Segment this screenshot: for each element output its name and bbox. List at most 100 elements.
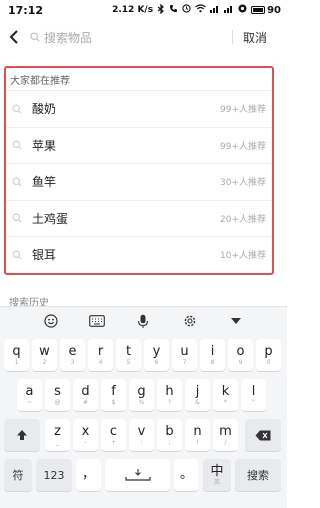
key-u[interactable]: u7 (172, 339, 197, 371)
symbol-key-label: 符 (12, 469, 24, 482)
key-v[interactable]: v: (129, 419, 154, 451)
key-letter: o (236, 343, 245, 359)
key-j[interactable]: j & (185, 379, 210, 411)
key-e[interactable]: e3 (60, 339, 85, 371)
voice-input-button[interactable] (131, 311, 155, 331)
key-letter: e (68, 343, 77, 359)
shift-key[interactable] (4, 419, 40, 451)
key-sub: _ (56, 438, 59, 446)
key-o[interactable]: o9 (228, 339, 253, 371)
key-letter: p (264, 343, 273, 359)
key-sub: 6 (154, 358, 159, 366)
key-letter: n (193, 423, 202, 439)
recommend-title: 大家都在推荐 (10, 76, 70, 87)
recommend-item-count: 30+人推荐 (220, 178, 266, 189)
search-key[interactable]: 搜索 (235, 459, 281, 491)
keyboard-toolbar (0, 307, 287, 335)
key-n[interactable]: n! (185, 419, 210, 451)
key-letter: g (137, 383, 146, 399)
key-sub: / (224, 438, 227, 446)
key-sub: " (252, 398, 255, 406)
number-key[interactable]: 123 (36, 459, 72, 491)
key-q[interactable]: q1 (4, 339, 29, 371)
period-key[interactable]: 。 (174, 459, 199, 491)
shift-icon (17, 430, 27, 440)
key-letter: s (54, 383, 61, 399)
key-letter: h (165, 383, 174, 399)
key-c[interactable]: c + (101, 419, 126, 451)
keyboard-switch-button[interactable] (85, 311, 109, 331)
key-z[interactable]: z _ (45, 419, 70, 451)
key-y[interactable]: y6 (144, 339, 169, 371)
language-switch-key[interactable]: 中 英 (203, 459, 231, 491)
comma-key[interactable]: ， (76, 459, 101, 491)
recommend-item[interactable]: 苹果 99+人推荐 (6, 126, 272, 164)
search-input[interactable]: 搜索物品 (26, 24, 232, 50)
key-p[interactable]: p0 (256, 339, 281, 371)
key-k[interactable]: k * (213, 379, 238, 411)
settings-button[interactable] (178, 311, 202, 331)
space-key[interactable] (105, 459, 170, 491)
key-letter: b (165, 423, 174, 439)
recommend-item-count: 20+人推荐 (220, 214, 266, 225)
key-i[interactable]: i8 (200, 339, 225, 371)
number-key-label: 123 (43, 468, 65, 482)
symbol-key[interactable]: 符 (4, 459, 32, 491)
recommend-list: 酸奶 99+人推荐 苹果 99+人推荐 鱼竿 30+人推荐 土鸡蛋 20+人推荐… (6, 90, 272, 273)
keyboard-row-2: a ~ s @ d # f $ g% h? j & k * l " (0, 379, 287, 413)
keyboard-row-1: q1 w2 e3 r4 t5 y6 u7 i8 o9 p0 (0, 339, 287, 373)
backspace-icon (255, 430, 271, 440)
key-l[interactable]: l " (241, 379, 266, 411)
recommend-item[interactable]: 土鸡蛋 20+人推荐 (6, 199, 272, 237)
header-divider (231, 30, 233, 44)
key-x[interactable]: x- (73, 419, 98, 451)
emoji-button[interactable] (39, 311, 63, 331)
recommend-item-count: 99+人推荐 (220, 105, 266, 116)
microphone-icon (138, 314, 149, 328)
key-letter: y (152, 343, 161, 359)
key-m[interactable]: m / (213, 419, 238, 451)
battery-indicator: 90 (251, 5, 281, 16)
key-f[interactable]: f $ (101, 379, 126, 411)
key-s[interactable]: s @ (45, 379, 70, 411)
key-a[interactable]: a ~ (17, 379, 42, 411)
recommend-item-name: 鱼竿 (32, 175, 57, 190)
key-r[interactable]: r4 (88, 339, 113, 371)
search-icon (12, 104, 26, 114)
key-sub: & (195, 398, 200, 406)
recommend-item[interactable]: 鱼竿 30+人推荐 (6, 163, 272, 200)
key-sub: $ (111, 398, 116, 406)
hide-keyboard-button[interactable] (224, 311, 248, 331)
key-sub: * (224, 398, 227, 406)
recommend-item-name: 银耳 (32, 248, 57, 263)
key-b[interactable]: b; (157, 419, 182, 451)
key-g[interactable]: g% (129, 379, 154, 411)
call-icon (169, 4, 178, 16)
key-letter: c (109, 423, 118, 439)
key-letter: f (111, 383, 116, 399)
emoji-icon (44, 314, 58, 328)
cancel-button[interactable]: 取消 (243, 29, 267, 46)
backspace-key[interactable] (245, 419, 281, 451)
recommend-item-name: 酸奶 (32, 102, 57, 117)
key-h[interactable]: h? (157, 379, 182, 411)
battery-icon (251, 6, 266, 14)
key-sub: 7 (182, 358, 187, 366)
key-d[interactable]: d # (73, 379, 98, 411)
recommend-item[interactable]: 银耳 10+人推荐 (6, 236, 272, 273)
language-key-sub: 英 (213, 478, 220, 486)
key-w[interactable]: w2 (32, 339, 57, 371)
keyboard-row-3: z _ x- c + v: b; n! m / (0, 419, 287, 453)
key-t[interactable]: t5 (116, 339, 141, 371)
key-letter: m (219, 423, 232, 439)
recommend-item-name: 苹果 (32, 138, 57, 153)
wifi-icon (195, 4, 206, 16)
search-header: 搜索物品 取消 (0, 22, 287, 52)
key-sub: % (138, 398, 145, 406)
recommend-item[interactable]: 酸奶 99+人推荐 (6, 90, 272, 127)
gear-icon (184, 315, 195, 327)
back-button[interactable] (2, 22, 26, 52)
battery-level: 90 (267, 4, 281, 16)
key-letter: d (81, 383, 90, 399)
search-icon (12, 177, 26, 187)
